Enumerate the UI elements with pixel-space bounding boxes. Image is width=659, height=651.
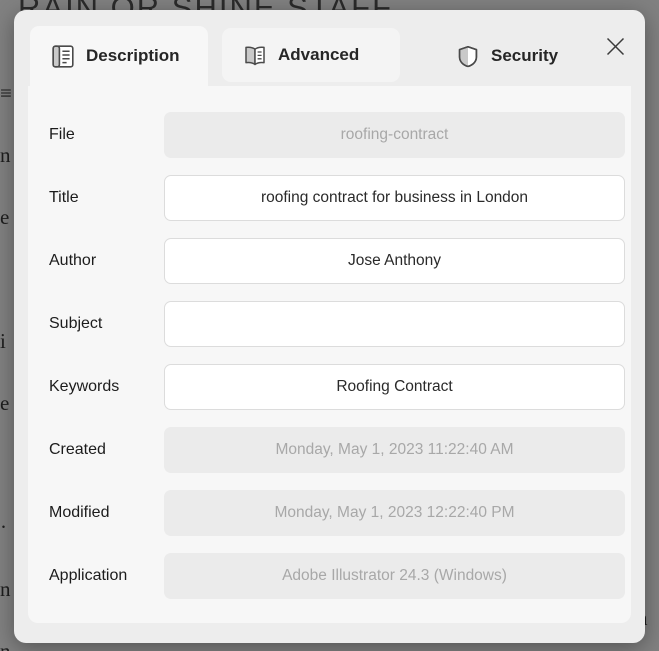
close-icon xyxy=(605,36,626,57)
keywords-input[interactable]: Roofing Contract xyxy=(164,364,625,410)
tab-security[interactable]: Security xyxy=(435,26,585,86)
title-input[interactable]: roofing contract for business in London xyxy=(164,175,625,221)
tab-advanced-label: Advanced xyxy=(278,45,360,64)
field-value-modified: Monday, May 1, 2023 12:22:40 PM xyxy=(164,490,625,536)
field-label-created: Created xyxy=(49,441,106,458)
field-label-title: Title xyxy=(49,189,79,206)
field-label-application: Application xyxy=(49,567,128,584)
field-row-author: Author Jose Anthony xyxy=(28,238,631,284)
field-label-file: File xyxy=(49,126,75,143)
tab-description[interactable]: Description xyxy=(30,26,208,86)
field-label-author: Author xyxy=(49,252,97,269)
close-button[interactable] xyxy=(597,28,633,64)
field-row-file: File roofing-contract xyxy=(28,112,631,158)
author-input[interactable]: Jose Anthony xyxy=(164,238,625,284)
document-properties-dialog: Description Advanced Security File roofi… xyxy=(14,10,645,643)
field-label-keywords: Keywords xyxy=(49,378,120,395)
dialog-tabbar: Description Advanced Security xyxy=(14,10,645,86)
field-value-file: roofing-contract xyxy=(164,112,625,158)
field-value-created: Monday, May 1, 2023 11:22:40 AM xyxy=(164,427,625,473)
field-label-subject: Subject xyxy=(49,315,103,332)
tab-advanced[interactable]: Advanced xyxy=(222,28,400,82)
field-row-keywords: Keywords Roofing Contract xyxy=(28,364,631,410)
field-value-application: Adobe Illustrator 24.3 (Windows) xyxy=(164,553,625,599)
field-row-subject: Subject xyxy=(28,301,631,347)
open-book-icon xyxy=(244,44,266,67)
subject-input[interactable] xyxy=(164,301,625,347)
tab-security-label: Security xyxy=(491,46,559,65)
field-label-modified: Modified xyxy=(49,504,110,521)
tab-description-label: Description xyxy=(86,46,180,65)
field-row-title: Title roofing contract for business in L… xyxy=(28,175,631,221)
field-row-application: Application Adobe Illustrator 24.3 (Wind… xyxy=(28,553,631,599)
field-row-modified: Modified Monday, May 1, 2023 12:22:40 PM xyxy=(28,490,631,536)
shield-icon xyxy=(457,45,479,68)
description-panel: File roofing-contract Title roofing cont… xyxy=(28,86,631,623)
page-root: RAIN OR SHINE STAFF ≡ne ie ·nn nr xyxy=(0,0,659,651)
field-row-created: Created Monday, May 1, 2023 11:22:40 AM xyxy=(28,427,631,473)
document-lines-icon xyxy=(52,44,74,68)
